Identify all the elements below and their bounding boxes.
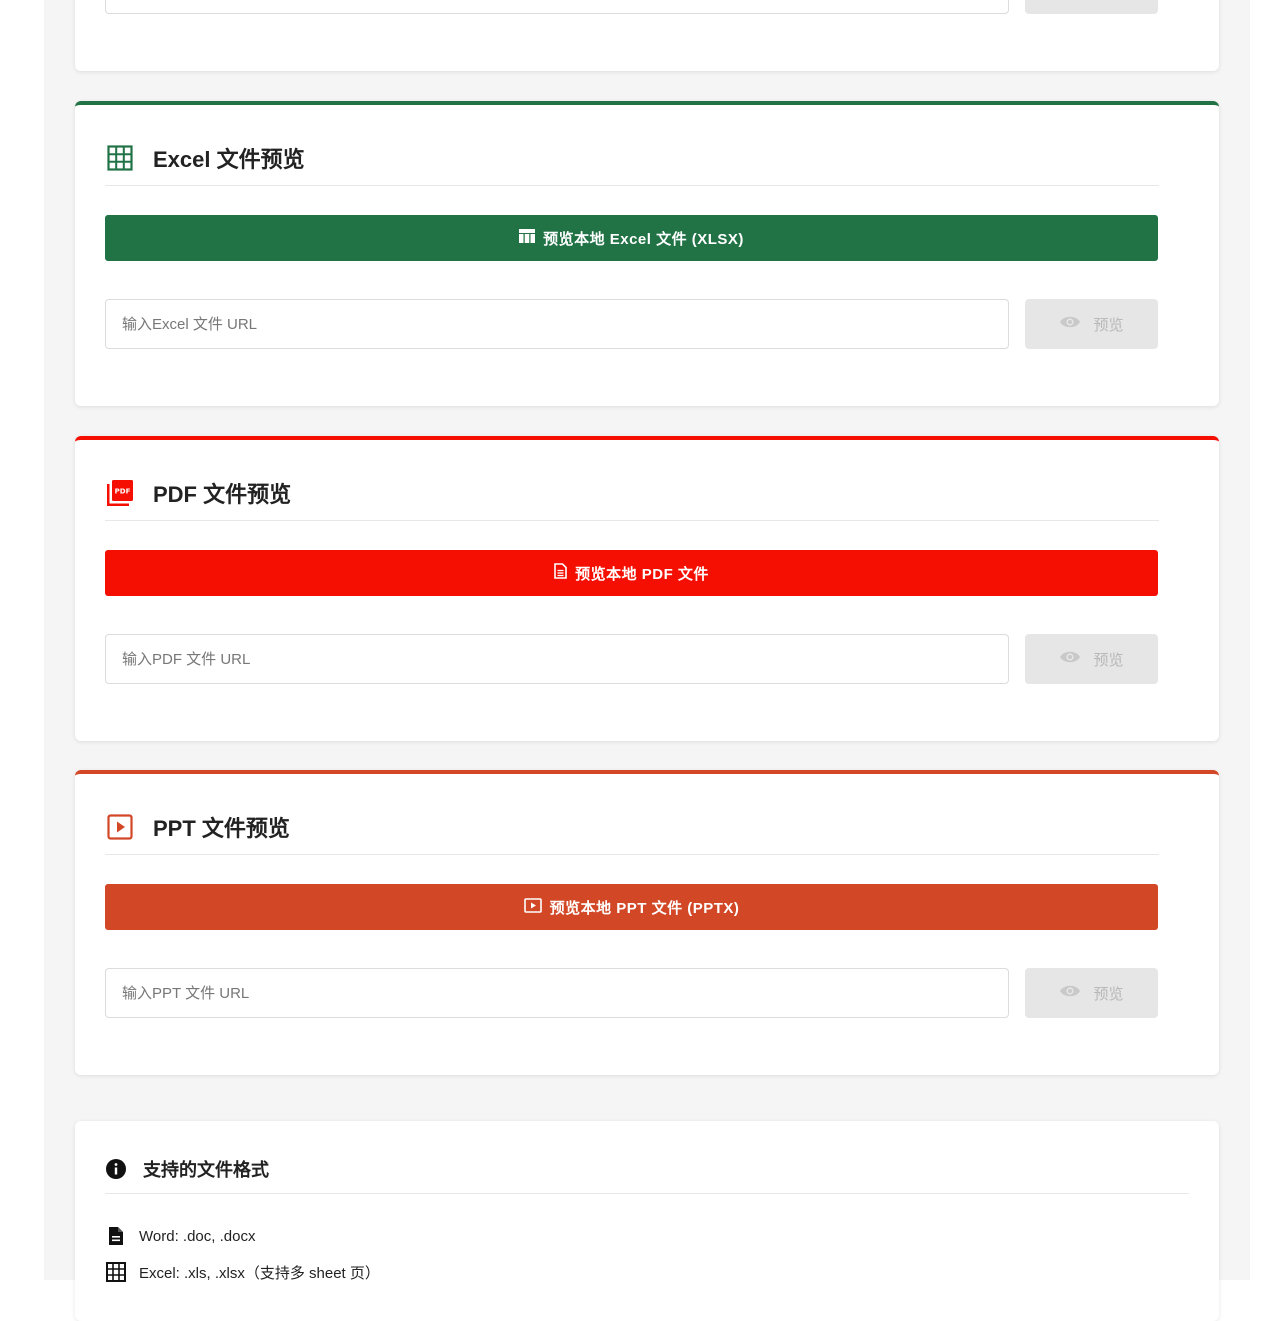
eye-icon [1059,315,1081,333]
ppt-card-title: PPT 文件预览 [153,816,290,841]
pdf-preview-label: 预览 [1093,651,1124,669]
table-icon [519,229,536,247]
excel-url-input[interactable] [105,299,1009,349]
ppt-preview-card: PPT 文件预览 预览本地 PPT 文件 (PPTX) 预览 [75,770,1219,1075]
preview-local-pdf-label: 预览本地 PDF 文件 [575,565,709,583]
preview-local-pdf-button[interactable]: 预览本地 PDF 文件 [105,550,1158,596]
preview-local-excel-button[interactable]: 预览本地 Excel 文件 (XLSX) [105,215,1158,261]
excel-preview-card: Excel 文件预览 预览本地 Excel 文件 (XLSX) 预览 [75,101,1219,406]
eye-icon [1059,650,1081,668]
pdf-card-title: PDF 文件预览 [153,482,292,507]
table-grid-icon [105,143,135,173]
excel-preview-label: 预览 [1093,316,1124,334]
pdf-preview-card: PDF PDF 文件预览 预览本地 PDF 文件 预览 [75,436,1219,741]
preview-local-excel-label: 预览本地 Excel 文件 (XLSX) [543,230,744,248]
format-item-word-text: Word: .doc, .docx [139,1227,256,1245]
info-icon [105,1158,127,1180]
supported-formats-card: 支持的文件格式 Word: .doc, .docx Excel: .xls, .… [75,1121,1219,1321]
format-item-excel-text: Excel: .xls, .xlsx（支持多 sheet 页） [139,1264,380,1282]
pdf-icon: PDF [105,478,135,508]
slideshow-icon [105,812,135,842]
excel-card-header: Excel 文件预览 [105,131,1159,186]
presentation-icon [523,897,542,917]
document-icon [554,563,567,583]
pdf-url-input[interactable] [105,634,1009,684]
document-icon [105,1225,127,1247]
word-url-input[interactable] [105,0,1009,14]
ppt-preview-button[interactable]: 预览 [1025,968,1158,1018]
pdf-preview-button[interactable]: 预览 [1025,634,1158,684]
word-preview-button[interactable] [1025,0,1158,14]
word-preview-card [75,0,1219,71]
format-item-word: Word: .doc, .docx [105,1225,255,1247]
preview-local-ppt-label: 预览本地 PPT 文件 (PPTX) [549,899,740,917]
ppt-preview-label: 预览 [1093,985,1124,1003]
svg-text:PDF: PDF [115,488,131,496]
excel-preview-button[interactable]: 预览 [1025,299,1158,349]
excel-card-title: Excel 文件预览 [153,147,305,172]
formats-title: 支持的文件格式 [143,1160,269,1180]
preview-local-ppt-button[interactable]: 预览本地 PPT 文件 (PPTX) [105,884,1158,930]
eye-icon [1059,984,1081,1002]
pdf-card-header: PDF PDF 文件预览 [105,466,1159,521]
ppt-card-header: PPT 文件预览 [105,800,1159,855]
ppt-url-input[interactable] [105,968,1009,1018]
formats-card-header: 支持的文件格式 [105,1145,1189,1194]
